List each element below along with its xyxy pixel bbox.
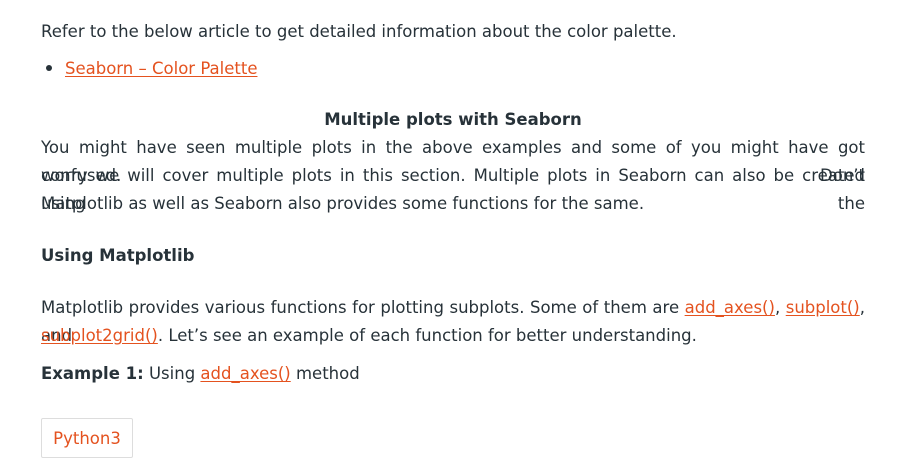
subplot2grid-link[interactable]: subplot2grid() — [41, 326, 158, 345]
intro-text: Refer to the below article to get detail… — [41, 22, 677, 41]
subsection-title: Using Matplotlib — [41, 246, 195, 265]
section-title: Multiple plots with Seaborn — [324, 110, 582, 129]
add-axes-link[interactable]: add_axes() — [685, 298, 775, 317]
subplots-text: Matplotlib provides various functions fo… — [41, 298, 685, 317]
subplots-text-end: . Let’s see an example of each function … — [157, 326, 697, 345]
subplot-link[interactable]: subplot() — [786, 298, 860, 317]
separator-text: , — [774, 298, 786, 317]
list-item: Seaborn – Color Palette — [65, 55, 257, 83]
example-label: Example 1: — [41, 364, 144, 383]
example-text-end: method — [290, 364, 360, 383]
example-line: Example 1: Using add_axes() method — [41, 360, 360, 388]
subplots-line-2: subplot2grid(). Let’s see an example of … — [41, 322, 697, 350]
paragraph-line-3: Matplotlib as well as Seaborn also provi… — [41, 194, 645, 213]
example-text: Using — [143, 364, 201, 383]
example-add-axes-link[interactable]: add_axes() — [200, 364, 290, 383]
tab-python3[interactable]: Python3 — [41, 418, 133, 458]
list-bullet — [46, 65, 52, 71]
seaborn-color-palette-link[interactable]: Seaborn – Color Palette — [65, 59, 257, 78]
